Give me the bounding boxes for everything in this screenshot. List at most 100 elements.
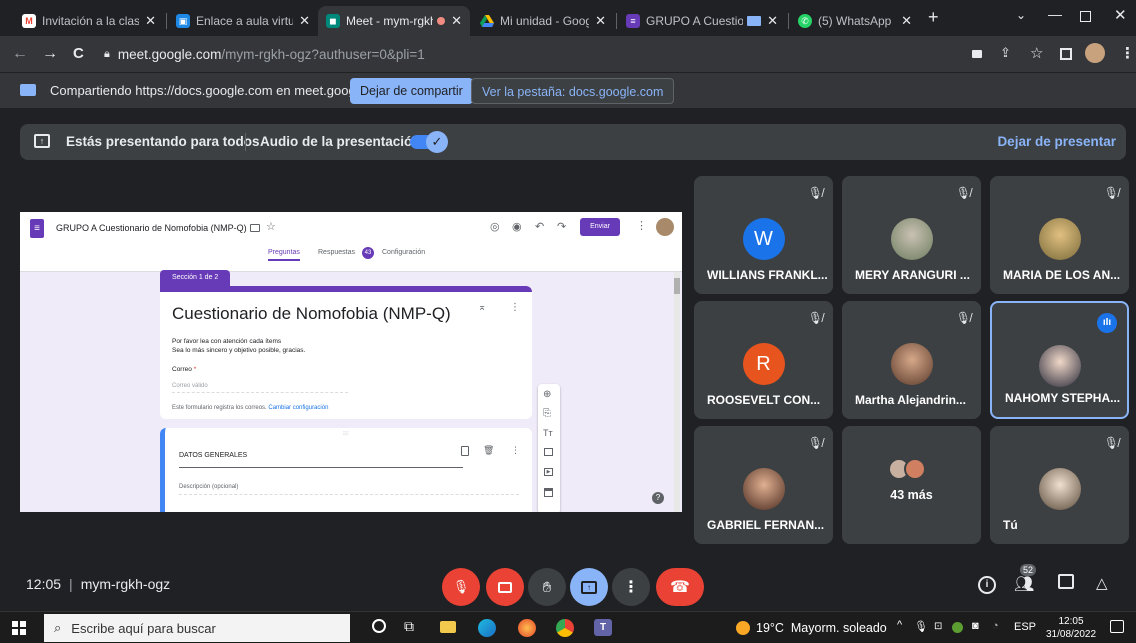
section-2-menu-icon[interactable]: ⋮ [511, 445, 520, 456]
back-button[interactable]: ← [12, 45, 28, 63]
section-menu-icon[interactable]: ⋮ [510, 302, 520, 313]
new-tab-button[interactable]: + [928, 7, 939, 28]
undo-icon[interactable]: ↶ [535, 220, 544, 233]
language-indicator[interactable]: ESP [1014, 621, 1036, 633]
close-tab-icon[interactable]: ✕ [901, 13, 912, 29]
participant-tile[interactable]: 🎙︎̸ MERY ARANGURI ... [842, 176, 981, 294]
add-video-icon[interactable]: ▶ [544, 468, 553, 476]
bookmark-star-icon[interactable]: ☆ [1030, 44, 1043, 62]
drag-handle-icon[interactable]: ⁝⁝⁝ [343, 430, 349, 437]
avatar [1038, 345, 1081, 387]
presenting-text: Estás presentando para todos [66, 134, 260, 149]
leave-call-button[interactable]: ☎︎ [656, 568, 704, 606]
url-field[interactable]: 🔒︎ meet.google.com/mym-rgkh-ogz?authuser… [104, 41, 964, 67]
participant-tile[interactable]: 🎙︎̸ W WILLIANS FRANKL... [694, 176, 833, 294]
send-button[interactable]: Enviar [580, 218, 620, 236]
section-2-card[interactable]: ⁝⁝⁝ DATOS GENERALES 🗑︎ ⋮ Descripción (op… [160, 428, 532, 512]
file-explorer-icon[interactable] [440, 621, 456, 633]
taskbar-clock[interactable]: 12:05 31/08/2022 [1046, 615, 1096, 641]
weather-text[interactable]: 19°C Mayorm. soleado [756, 621, 887, 635]
camera-in-use-icon[interactable] [972, 50, 982, 58]
close-tab-icon[interactable]: ✕ [595, 13, 606, 29]
reload-button[interactable]: C [73, 45, 84, 62]
palette-icon[interactable]: ◎ [490, 220, 500, 233]
tab-whatsapp[interactable]: ✆ (5) WhatsApp ✕ [790, 6, 920, 36]
task-view-icon[interactable]: ⧉ [404, 618, 414, 635]
tab-configuracion[interactable]: Configuración [382, 249, 425, 256]
redo-icon[interactable]: ↷ [557, 220, 566, 233]
toggle-camera-button[interactable] [486, 568, 524, 606]
more-options-icon[interactable]: ⋮ [636, 219, 647, 232]
share-icon[interactable]: ⇪ [1000, 45, 1011, 61]
participant-tile[interactable]: 🎙︎̸ MARIA DE LOS AN... [990, 176, 1129, 294]
close-tab-icon[interactable]: ✕ [145, 13, 156, 29]
add-question-icon[interactable]: ⊕ [543, 389, 551, 400]
stop-sharing-button[interactable]: Dejar de compartir [350, 78, 473, 104]
close-tab-icon[interactable]: ✕ [451, 13, 462, 29]
teams-icon[interactable]: T [594, 619, 612, 636]
restore-window-button[interactable] [1080, 11, 1091, 22]
folder-icon[interactable] [250, 224, 260, 232]
tab-classroom[interactable]: ▣ Enlace a aula virtual ✕ [168, 6, 318, 36]
participant-tile-speaking[interactable]: ıIı NAHOMY STEPHA... [990, 301, 1129, 419]
account-avatar[interactable] [656, 218, 674, 236]
participant-tile[interactable]: 🎙︎̸ GABRIEL FERNAN... [694, 426, 833, 544]
close-tab-icon[interactable]: ✕ [299, 13, 310, 29]
people-button[interactable]: 👥︎ 52 [1014, 564, 1037, 594]
duplicate-icon[interactable] [461, 446, 469, 456]
forward-button[interactable]: → [42, 45, 58, 63]
add-title-icon[interactable]: Tт [543, 428, 553, 438]
tab-drive[interactable]: Mi unidad - Google D ✕ [472, 6, 614, 36]
tab-meet[interactable]: ◼ Meet - mym-rgkh ✕ [318, 6, 470, 36]
star-icon[interactable]: ☆ [266, 220, 276, 233]
firefox-icon[interactable] [518, 619, 536, 637]
chat-icon[interactable] [1058, 574, 1074, 589]
add-section-icon[interactable] [544, 488, 553, 497]
mic-off-icon: 🎙︎̸ [955, 311, 971, 325]
preview-eye-icon[interactable]: ◉ [512, 220, 522, 233]
tab-preguntas[interactable]: Preguntas [268, 249, 300, 261]
email-field: Correo válido [172, 383, 348, 393]
cortana-icon[interactable] [372, 619, 386, 633]
presentation-audio-toggle[interactable]: ✓ [410, 131, 448, 153]
section-2-description: Descripción (opcional) [179, 484, 519, 495]
windows-start-icon[interactable] [12, 621, 26, 635]
side-panel-icon[interactable] [1060, 48, 1072, 60]
form-header-card[interactable]: Cuestionario de Nomofobia (NMP-Q) ⌅ ⋮ Po… [160, 286, 532, 419]
self-tile[interactable]: 🎙︎̸ Tú [990, 426, 1129, 544]
wifi-icon[interactable]: ◔ [992, 620, 999, 632]
more-options-button[interactable]: ⋮ [612, 568, 650, 606]
change-settings-link[interactable]: Cambiar configuración [268, 405, 328, 411]
minimize-window-button[interactable]: — [1048, 6, 1062, 22]
view-tab-button[interactable]: Ver la pestaña: docs.google.com [471, 78, 675, 104]
taskbar-search-input[interactable]: ⌕ Escribe aquí para buscar [44, 614, 350, 642]
activities-icon[interactable]: △ [1096, 574, 1108, 592]
notifications-icon[interactable] [1110, 620, 1124, 633]
tab-search-chevron-icon[interactable]: ⌄ [1016, 8, 1026, 22]
edge-icon[interactable] [478, 619, 496, 637]
tray-chevron-icon[interactable]: ^ [897, 619, 902, 631]
help-icon[interactable]: ? [652, 492, 664, 504]
collapse-icon[interactable]: ⌅ [478, 302, 486, 313]
participant-tile[interactable]: 🎙︎̸ R ROOSEVELT CON... [694, 301, 833, 419]
more-participants-tile[interactable]: 43 más [842, 426, 981, 544]
network-icon[interactable]: ◙ [972, 620, 979, 632]
chrome-icon[interactable] [556, 619, 574, 637]
participant-tile[interactable]: 🎙︎̸ Martha Alejandrin... [842, 301, 981, 419]
stop-presenting-button[interactable]: Dejar de presentar [997, 134, 1116, 149]
import-questions-icon[interactable]: ⎘ [543, 408, 551, 419]
form-scrollbar[interactable] [674, 272, 680, 512]
profile-avatar[interactable] [1085, 43, 1105, 63]
tab-forms[interactable]: ≡ GRUPO A Cuestio ✕ [618, 6, 786, 36]
close-tab-icon[interactable]: ✕ [767, 13, 778, 29]
toggle-mic-button[interactable]: 🎙︎ [442, 568, 480, 606]
meeting-info-icon[interactable]: i [978, 576, 996, 594]
delete-icon[interactable]: 🗑︎ [483, 445, 494, 456]
browser-menu-icon[interactable]: ⋮ [1120, 44, 1135, 62]
present-now-button[interactable]: ↑ [570, 568, 608, 606]
add-image-icon[interactable] [544, 448, 553, 456]
close-window-button[interactable]: ✕ [1114, 6, 1127, 24]
raise-hand-button[interactable]: ✋︎ [528, 568, 566, 606]
tab-respuestas[interactable]: Respuestas [318, 249, 355, 256]
tab-gmail[interactable]: M Invitación a la clase: " ✕ [14, 6, 164, 36]
